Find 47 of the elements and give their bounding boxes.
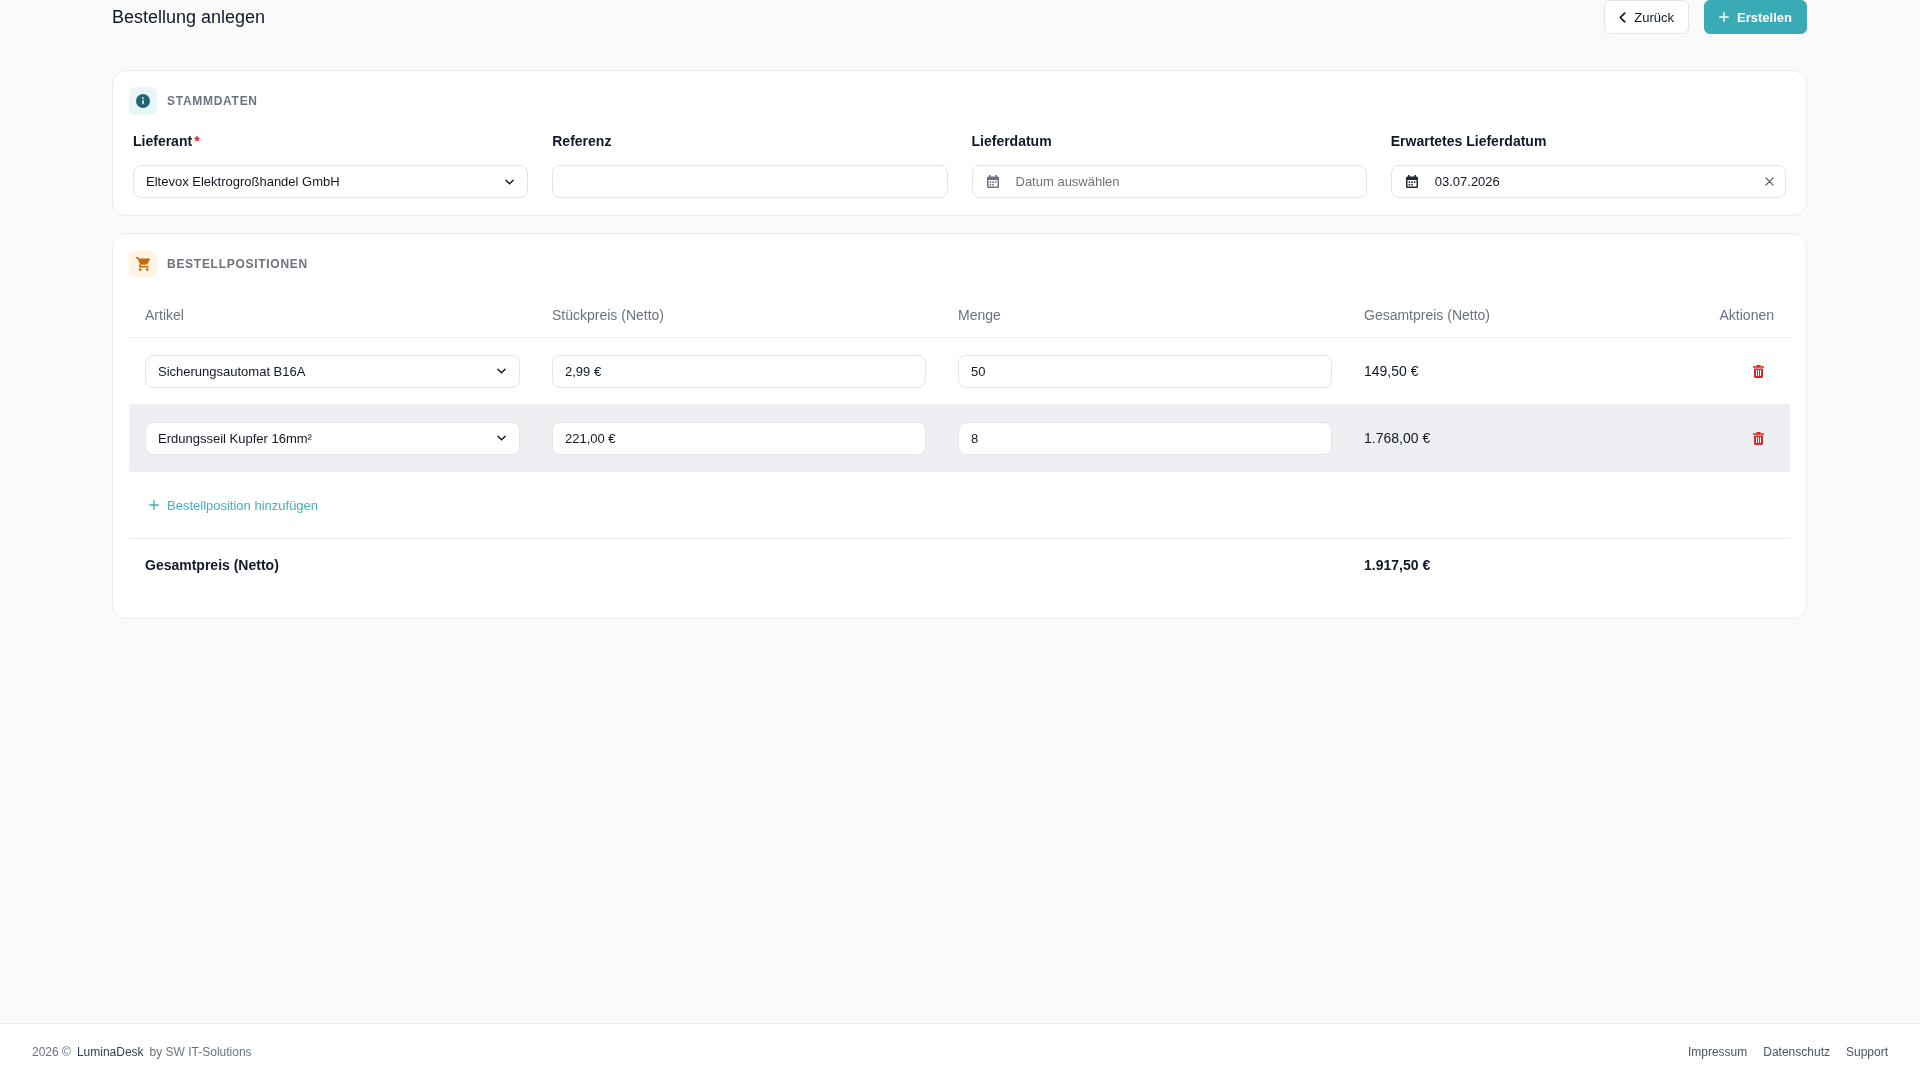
trash-icon [1752,364,1764,378]
price-field[interactable]: 221,00 € [552,421,926,455]
copyright-text: 2026 © [32,1045,71,1059]
field-label: Referenz [552,132,612,150]
back-button[interactable]: Zurück [1604,0,1690,34]
info-icon [129,87,157,115]
footer-link[interactable]: Support [1845,1045,1888,1059]
cart-icon [129,250,157,278]
calendar-icon [1405,175,1418,188]
quantity-field[interactable]: 50 [958,354,1332,388]
plus-icon [149,500,159,510]
plus-icon [1719,12,1730,22]
page-title: Bestellung anlegen [112,6,266,28]
credit-text: by SW IT-Solutions [149,1045,252,1059]
close-icon[interactable] [1765,177,1774,186]
chevron-down-icon [497,368,506,374]
section-title: STAMMDATEN [167,94,258,108]
column-header: Aktionen [1718,306,1775,323]
text-field[interactable] [552,165,948,198]
price-field[interactable]: 2,99 € [552,354,926,388]
calendar-icon [986,175,999,188]
column-header: Gesamtpreis (Netto) [1363,306,1492,323]
total-value: 1.917,50 € [1363,557,1432,573]
field-label: Erwartetes Lieferdatum [1390,132,1547,150]
article-dropdown[interactable]: Erdungsseil Kupfer 16mm² [145,421,520,455]
supplier-dropdown[interactable]: Eltevox Elektrogroßhandel GmbH [133,165,529,198]
field-label: Lieferdatum [971,132,1052,150]
required-mark: * [194,132,200,150]
table-cell-text: 1.768,00 € [1363,430,1432,446]
column-header: Menge [957,306,1002,323]
trash-icon [1752,431,1764,445]
brand-link[interactable]: LuminaDesk [76,1045,144,1059]
column-header: Stückpreis (Netto) [551,306,666,323]
chevron-down-icon [505,178,515,185]
footer-link[interactable]: Impressum [1687,1045,1748,1059]
article-dropdown[interactable]: Sicherungsautomat B16A [145,354,520,388]
footer-link[interactable]: Datenschutz [1763,1045,1830,1059]
chevron-down-icon [497,435,506,441]
date-field[interactable]: Datum auswählen [971,165,1367,198]
date-field[interactable]: 03.07.2026 [1390,165,1786,198]
quantity-field[interactable]: 8 [958,421,1332,455]
section-title: BESTELLPOSITIONEN [167,257,308,271]
field-label: Lieferant [133,132,193,150]
column-header: Artikel [144,306,185,323]
chevron-left-icon [1619,11,1627,23]
table-cell-text: 149,50 € [1363,363,1420,379]
total-label: Gesamtpreis (Netto) [144,557,280,573]
